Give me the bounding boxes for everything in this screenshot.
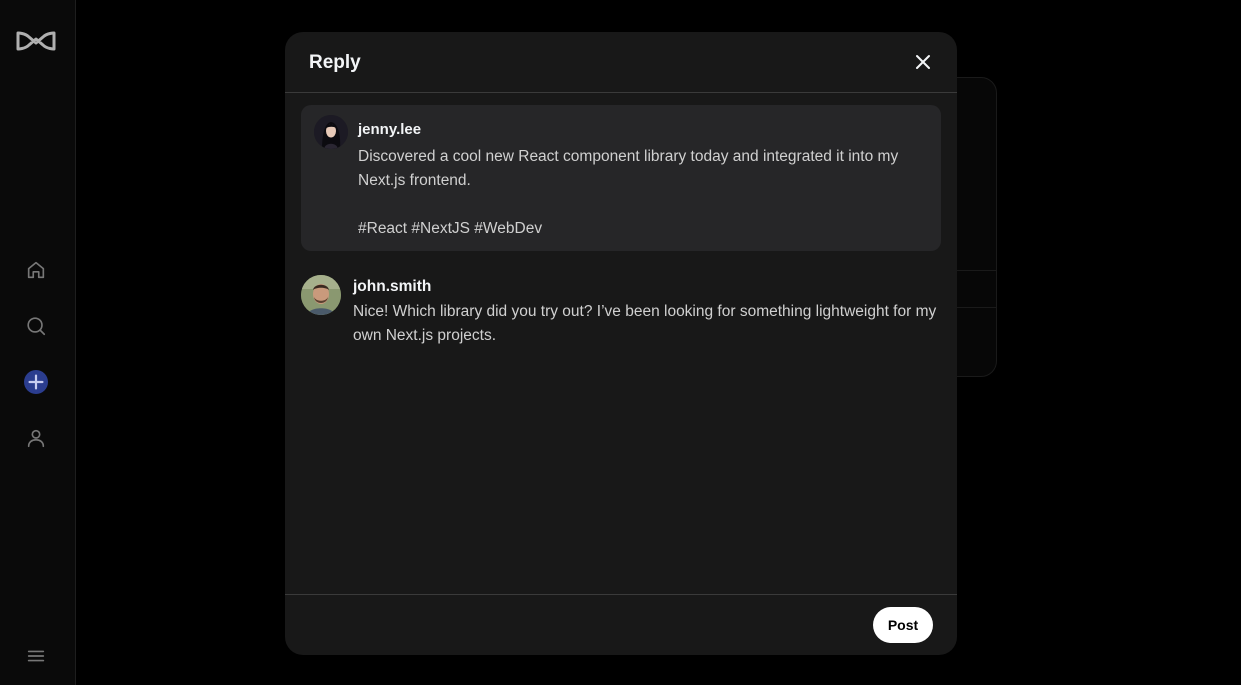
nav-menu-button[interactable] (22, 642, 50, 670)
post-username[interactable]: jenny.lee (358, 121, 421, 138)
nav-create-button[interactable] (22, 368, 50, 396)
user-icon (27, 429, 45, 448)
sidebar (0, 0, 76, 685)
modal-title: Reply (309, 52, 361, 73)
close-button[interactable] (913, 52, 933, 72)
menu-icon (27, 650, 45, 662)
post-button[interactable]: Post (873, 607, 933, 643)
post-hashtags[interactable]: #React #NextJS #WebDev (358, 217, 542, 241)
nav-home-button[interactable] (22, 256, 50, 284)
original-post: jenny.lee Discovered a cool new React co… (301, 105, 941, 251)
reply-modal: Reply jenny.lee Discovered a cool new Re… (285, 32, 957, 655)
close-icon (916, 55, 930, 69)
modal-footer: Post (285, 594, 957, 655)
reply-text[interactable]: Nice! Which library did you try out? I’v… (353, 300, 953, 348)
nav-search-button[interactable] (22, 312, 50, 340)
nav-profile-button[interactable] (22, 424, 50, 452)
avatar[interactable] (314, 115, 348, 149)
post-text: Discovered a cool new React component li… (358, 148, 899, 189)
search-icon (27, 317, 46, 336)
plus-icon (24, 370, 48, 394)
reply-username[interactable]: john.smith (353, 278, 431, 296)
home-icon (27, 261, 45, 279)
threads-logo[interactable] (15, 28, 57, 54)
avatar[interactable] (301, 275, 341, 315)
modal-header: Reply (285, 32, 957, 93)
